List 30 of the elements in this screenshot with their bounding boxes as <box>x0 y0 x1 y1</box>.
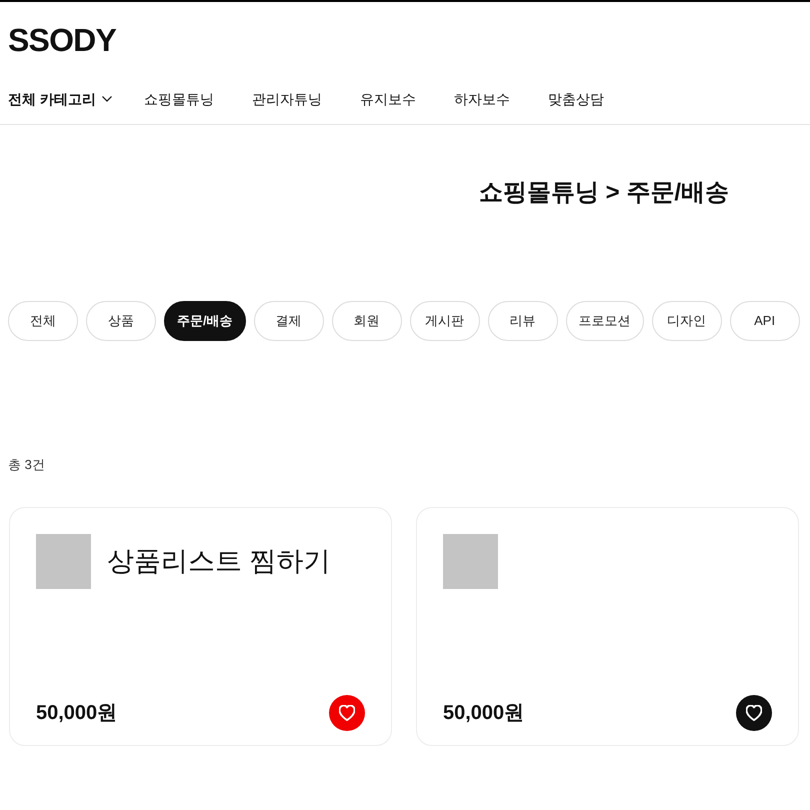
chevron-down-icon <box>102 96 112 102</box>
nav-link[interactable]: 하자보수 <box>454 88 510 110</box>
category-chip[interactable]: 전체 <box>8 301 78 341</box>
nav-link[interactable]: 유지보수 <box>360 88 416 110</box>
category-dropdown[interactable]: 전체 카테고리 <box>8 88 112 110</box>
product-title: 상품리스트 찜하기 <box>107 548 331 575</box>
site-logo[interactable]: SSODY <box>8 24 116 56</box>
wishlist-button[interactable] <box>736 695 772 731</box>
page-title: 쇼핑몰튜닝 > 주문/배송 <box>479 178 730 208</box>
category-chip[interactable]: 디자인 <box>652 301 722 341</box>
product-thumbnail <box>36 534 91 589</box>
category-chip[interactable]: 주문/배송 <box>164 301 246 341</box>
category-chip[interactable]: 프로모션 <box>566 301 644 341</box>
product-thumbnail <box>443 534 498 589</box>
nav-link[interactable]: 맞춤상담 <box>548 88 604 110</box>
nav-link[interactable]: 쇼핑몰튜닝 <box>144 88 214 110</box>
category-chip[interactable]: API <box>730 301 800 341</box>
category-chip[interactable]: 결제 <box>254 301 324 341</box>
heart-icon <box>339 705 355 721</box>
category-chip[interactable]: 게시판 <box>410 301 480 341</box>
product-price: 50,000원 <box>36 701 118 726</box>
product-card[interactable]: 상품리스트 찜하기 50,000원 <box>9 507 392 746</box>
product-card[interactable]: 50,000원 <box>416 507 799 746</box>
total-count: 총 3건 <box>8 457 45 472</box>
nav-link[interactable]: 관리자튜닝 <box>252 88 322 110</box>
product-price: 50,000원 <box>443 701 524 726</box>
category-chip[interactable]: 회원 <box>332 301 402 341</box>
category-chip[interactable]: 리뷰 <box>488 301 558 341</box>
heart-icon <box>746 705 762 721</box>
category-chip[interactable]: 상품 <box>86 301 156 341</box>
